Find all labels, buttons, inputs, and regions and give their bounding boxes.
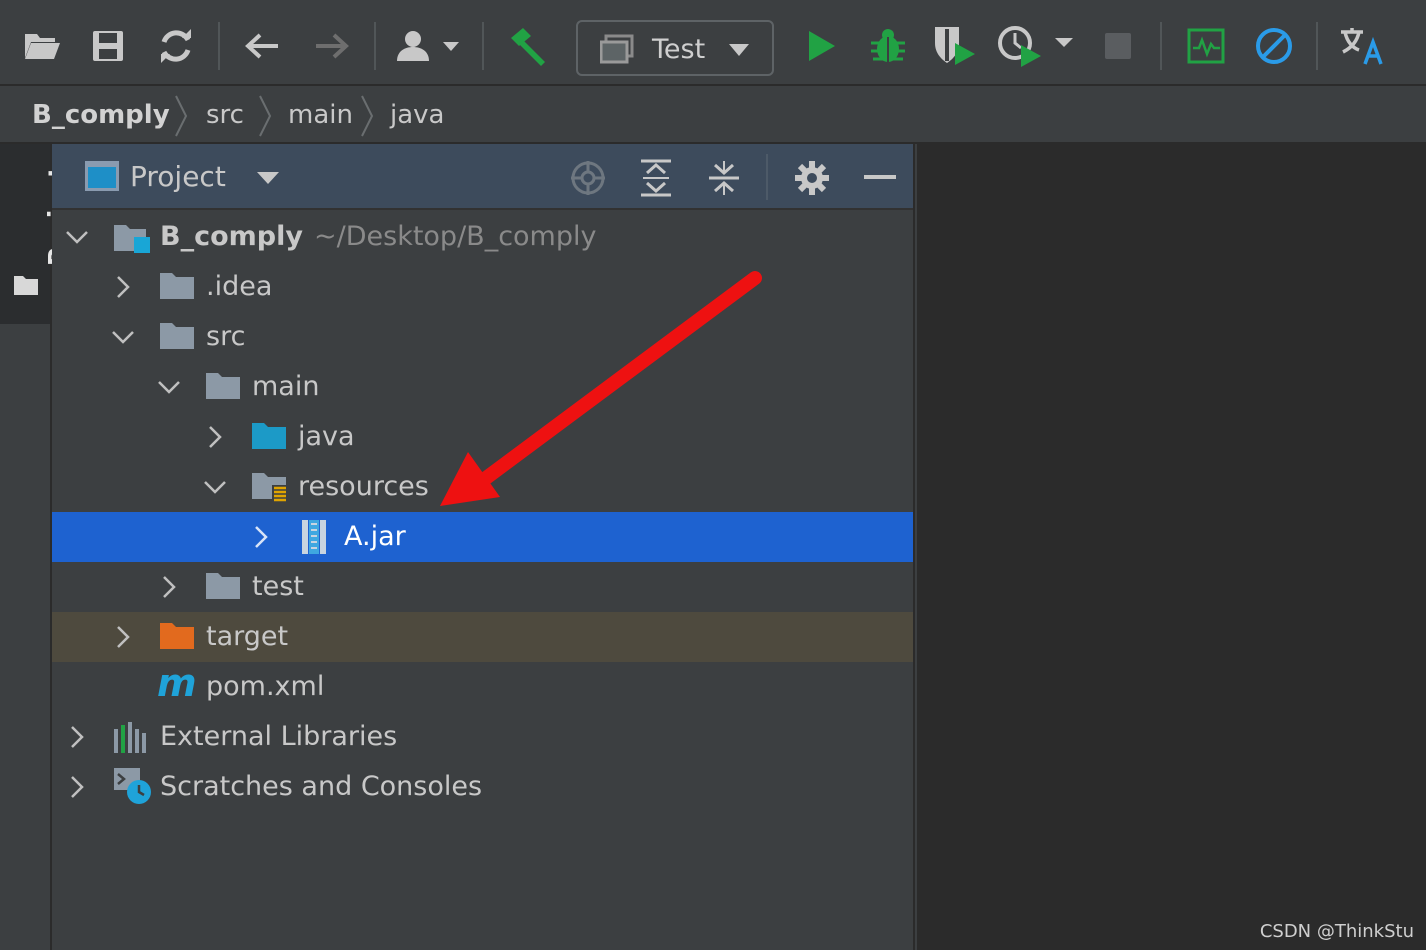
chevron-right-icon[interactable] [202, 424, 228, 450]
tree-label: B_comply [160, 221, 303, 252]
toolbar-separator [374, 22, 376, 70]
tree-label: A.jar [344, 521, 406, 552]
folder-icon [204, 371, 242, 405]
build-hammer-icon[interactable] [504, 22, 552, 70]
editor-area: CSDN @ThinkStu [917, 144, 1426, 950]
collapse-all-icon[interactable] [704, 158, 744, 198]
left-tool-stripe: Project [0, 144, 72, 950]
coverage-icon[interactable] [930, 22, 978, 70]
tree-node-idea[interactable]: .idea [52, 262, 913, 312]
run-configuration-selector[interactable]: Test [576, 20, 774, 76]
window-icon [599, 34, 634, 68]
excluded-folder-icon [158, 621, 196, 655]
chevron-down-icon[interactable] [256, 170, 280, 189]
tree-label: resources [298, 471, 429, 502]
open-folder-icon[interactable] [18, 22, 66, 70]
debug-icon[interactable] [864, 22, 912, 70]
chevron-right-icon[interactable] [64, 724, 90, 750]
tree-node-project-root[interactable]: B_comply ~/Desktop/B_comply [52, 212, 913, 262]
breadcrumb-separator-icon [174, 94, 188, 142]
folder-icon [13, 274, 39, 300]
chevron-down-icon[interactable] [202, 474, 228, 500]
folder-icon [158, 321, 196, 355]
gear-icon[interactable] [792, 158, 832, 198]
main-toolbar: Test [0, 0, 1426, 86]
chevron-right-icon[interactable] [110, 274, 136, 300]
project-path: ~/Desktop/B_comply [314, 221, 597, 252]
resources-folder-icon [250, 471, 290, 509]
toolbar-separator [1160, 22, 1162, 70]
chevron-right-icon[interactable] [64, 774, 90, 800]
toolbar-separator [1316, 22, 1318, 70]
tree-node-scratches[interactable]: Scratches and Consoles [52, 762, 913, 812]
breadcrumb-separator-icon [360, 94, 374, 142]
project-panel-header: Project [52, 144, 913, 210]
save-icon[interactable] [84, 22, 132, 70]
jar-icon [300, 518, 330, 560]
tree-label: main [252, 371, 320, 402]
tree-label: test [252, 571, 304, 602]
tree-label: .idea [206, 271, 273, 302]
module-folder-icon [112, 221, 152, 259]
tree-node-main[interactable]: main [52, 362, 913, 412]
locate-icon[interactable] [568, 158, 608, 198]
maven-icon: m [156, 661, 198, 706]
stop-icon[interactable] [1094, 22, 1142, 70]
folder-icon [204, 571, 242, 605]
tree-node-java[interactable]: java [52, 412, 913, 462]
tree-node-resources[interactable]: resources [52, 462, 913, 512]
chevron-right-icon[interactable] [156, 574, 182, 600]
run-configuration-label: Test [652, 34, 706, 65]
tree-node-external-libraries[interactable]: External Libraries [52, 712, 913, 762]
project-tool-window: Project B_comply ~/Desktop/B_comply .ide… [52, 144, 915, 950]
chevron-down-icon[interactable] [110, 324, 136, 350]
chevron-down-icon[interactable] [156, 374, 182, 400]
source-folder-icon [250, 421, 288, 455]
breadcrumb-item-main[interactable]: main [288, 100, 353, 130]
tree-label: target [206, 621, 289, 652]
chevron-down-icon [728, 42, 750, 61]
tree-node-a-jar[interactable]: A.jar [52, 512, 913, 562]
toolbar-separator [482, 22, 484, 70]
project-tool-window-tab[interactable]: Project [0, 144, 72, 324]
activity-monitor-icon[interactable] [1182, 22, 1230, 70]
user-dropdown-icon[interactable] [394, 22, 466, 70]
minimize-icon[interactable] [860, 158, 900, 198]
breadcrumb-item-project[interactable]: B_comply [32, 100, 170, 130]
tree-node-test[interactable]: test [52, 562, 913, 612]
folder-icon [158, 271, 196, 305]
tree-node-src[interactable]: src [52, 312, 913, 362]
forward-arrow-icon[interactable] [308, 22, 356, 70]
tree-label: java [298, 421, 355, 452]
back-arrow-icon[interactable] [238, 22, 286, 70]
breadcrumb-item-src[interactable]: src [206, 100, 244, 130]
profiler-icon[interactable] [996, 22, 1080, 70]
breadcrumb-item-java[interactable]: java [390, 100, 444, 130]
tree-label: src [206, 321, 246, 352]
scratches-icon [112, 766, 154, 810]
translate-icon[interactable] [1336, 22, 1384, 70]
svg-text:m: m [157, 666, 197, 702]
project-view-icon [84, 160, 120, 196]
sync-icon[interactable] [152, 22, 200, 70]
libraries-icon [112, 721, 152, 759]
run-icon[interactable] [798, 22, 846, 70]
breadcrumb-separator-icon [258, 94, 272, 142]
expand-all-icon[interactable] [636, 158, 676, 198]
tree-label: External Libraries [160, 721, 398, 752]
watermark: CSDN @ThinkStu [1259, 921, 1414, 942]
tree-label: Scratches and Consoles [160, 771, 483, 802]
tree-label: pom.xml [206, 671, 325, 702]
chevron-right-icon[interactable] [248, 524, 274, 550]
chevron-down-icon[interactable] [64, 224, 90, 250]
no-entry-icon[interactable] [1250, 22, 1298, 70]
chevron-right-icon[interactable] [110, 624, 136, 650]
toolbar-separator [218, 22, 220, 70]
header-separator [766, 154, 768, 200]
tree-node-pom-xml[interactable]: m pom.xml [52, 661, 913, 712]
breadcrumb: B_comply src main java [0, 88, 1426, 144]
tree-node-target[interactable]: target [52, 612, 913, 662]
project-panel-title[interactable]: Project [130, 160, 226, 193]
